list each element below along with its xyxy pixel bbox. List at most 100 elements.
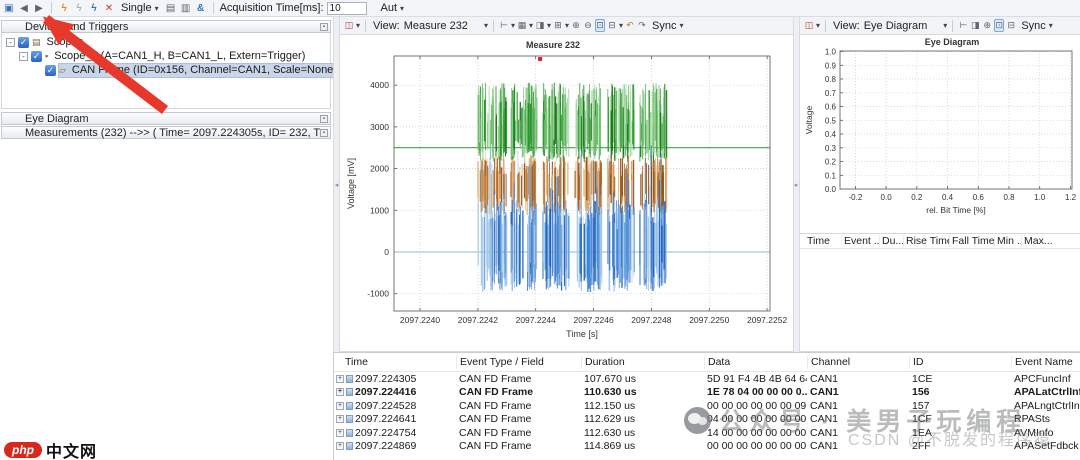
nav-back-icon[interactable]: ◀ [18,1,30,16]
eye-column-header-min-[interactable]: Min ... [994,235,1021,247]
zoom-box-icon[interactable]: ⊡ [994,19,1004,32]
zoom-box-icon[interactable]: ⊡ [595,19,605,32]
svg-text:0.7: 0.7 [825,89,837,98]
column-header-channel[interactable]: Channel [807,356,909,369]
zoom-in-icon[interactable]: ⊕ [571,20,581,31]
row-expander-icon[interactable]: + [336,402,344,410]
sync-dropdown[interactable]: Sync ▾ [1018,18,1055,33]
table-row[interactable]: +2097.224641CAN FD Frame112.629 us04 00 … [334,413,1080,427]
row-expander-icon[interactable]: + [336,388,344,396]
collapse-right-icon[interactable]: ▸ [795,181,799,189]
cell-channel: CAN1 [807,373,909,385]
sync-dropdown[interactable]: Sync ▾ [649,18,686,33]
row-expander-icon[interactable]: + [336,429,344,437]
link-channels-icon[interactable]: & [195,1,207,16]
eye-view-panel: ◫▾ View: Eye Diagram ▾ ⊢ ◨ ⊕ ⊡ ⊟ Sync ▾ … [800,17,1080,352]
tree-checkbox[interactable]: ✓ [45,65,56,76]
collapse-left-icon[interactable]: ◂ [335,181,339,189]
frame-row-icon [346,375,353,383]
layout-icon[interactable]: ◫ [804,20,814,31]
column-header-duration[interactable]: Duration [581,356,704,369]
tree-item-scopes[interactable]: -✓▤Scopes [2,35,330,49]
view-selector[interactable]: Eye Diagram [864,20,928,32]
stop-acquisition-icon[interactable]: ✕ [103,1,115,16]
tree-item-scope1[interactable]: -✓▪Scope_1 (A=CAN1_H, B=CAN1_L, Extern=T… [2,49,330,63]
svg-text:2097.2244: 2097.2244 [516,315,556,325]
trigger-auto-icon[interactable]: ϟ [88,1,100,16]
row-expander-icon[interactable]: + [336,415,344,423]
legend-icon[interactable]: ▦ [517,20,527,31]
table-row[interactable]: +2097.224754CAN FD Frame112.630 us14 00 … [334,426,1080,440]
cell-id: 1EA [909,427,1011,439]
header-menu-button[interactable]: ▪ [320,129,328,137]
tree-expander-icon[interactable]: - [6,38,15,47]
chevron-down-icon[interactable]: ▾ [943,21,947,30]
main-toolbar: ▣ ◀ ▶ ϟ ϟ ϟ ✕ Single ▾ ▤ ▥ & Acquisition… [0,0,1080,17]
zoom-in-icon[interactable]: ⊕ [982,20,992,31]
column-header-data[interactable]: Data [704,356,807,369]
chevron-down-icon[interactable]: ▾ [484,21,488,30]
table-row[interactable]: +2097.224869CAN FD Frame114.869 us00 00 … [334,440,1080,454]
table-row[interactable]: +2097.224305CAN FD Frame107.670 us5D 91 … [334,372,1080,386]
start-single-trigger-icon[interactable]: ϟ [58,1,70,16]
cursor-icon[interactable]: ⊢ [499,20,509,31]
tree-expander-icon[interactable]: - [19,52,28,61]
frame-table-header-row[interactable]: TimeEvent Type / FieldDurationDataChanne… [334,353,1080,372]
eye-column-header-du-[interactable]: Du... [879,235,903,247]
export-icon[interactable]: ▥ [180,1,192,16]
acquisition-time-input[interactable] [327,2,367,15]
tree-checkbox[interactable]: ✓ [18,37,29,48]
right-splitter[interactable]: ▸ [793,17,800,352]
eye-column-header-time[interactable]: Time [800,235,841,247]
grid-icon[interactable]: ⊞ [553,20,563,31]
app-icon[interactable]: ▣ [3,1,15,16]
cell-channel: CAN1 [807,440,909,452]
table-row[interactable]: +2097.224528CAN FD Frame112.150 us00 00 … [334,399,1080,413]
column-header-id[interactable]: ID [909,356,1011,369]
eye-chart[interactable]: 0.00.10.20.30.40.50.60.70.80.91.0-0.20.0… [800,35,1080,232]
layout-icon[interactable]: ◫ [344,20,354,31]
view-selector[interactable]: Measure 232 [404,20,468,32]
image-export-icon[interactable]: ◨ [535,20,545,31]
table-row[interactable]: +2097.224416CAN FD Frame110.630 us1E 78 … [334,386,1080,400]
eye-column-header-event-[interactable]: Event ... [841,235,879,247]
tree-item-can-frame[interactable]: ✓▱CAN Frame (ID=0x156, Channel=CAN1, Sca… [2,63,330,77]
toolbar-separator [825,20,826,32]
header-menu-button[interactable]: ▪ [320,23,328,31]
cell-event-type: CAN FD Frame [456,400,581,412]
cell-time: 2097.224869 [355,440,416,452]
tree-checkbox[interactable]: ✓ [31,51,42,62]
left-splitter[interactable]: ◂ [333,17,340,352]
undo-icon[interactable]: ↶ [625,20,635,31]
cell-duration: 107.670 us [581,373,704,385]
sync-label: Sync [652,20,676,32]
measure-chart[interactable]: 40003000200010000-10002097.22402097.2242… [340,35,793,351]
eye-measurements-header: TimeEvent ...Du...Rise TimeFall TimeMin … [800,233,1080,249]
eye-column-header-fall-time[interactable]: Fall Time [949,235,994,247]
row-expander-icon[interactable]: + [336,442,344,450]
row-expander-icon[interactable]: + [336,375,344,383]
header-menu-button[interactable]: ▪ [320,115,328,123]
nav-forward-icon[interactable]: ▶ [33,1,45,16]
eye-diagram-section-header[interactable]: Eye Diagram ▪ [1,112,331,125]
column-header-event-name[interactable]: Event Name [1011,356,1080,369]
auto-mode-dropdown[interactable]: Aut ▾ [378,1,408,16]
svg-text:0.1: 0.1 [825,171,837,180]
trigger-mode-dropdown[interactable]: Single ▾ [118,1,162,16]
eye-column-header-rise-time[interactable]: Rise Time [903,235,949,247]
svg-text:3000: 3000 [370,122,389,132]
cell-channel: CAN1 [807,427,909,439]
zoom-out-icon[interactable]: ⊖ [583,20,593,31]
redo-icon[interactable]: ↷ [637,20,647,31]
cursor-icon[interactable]: ⊢ [958,20,968,31]
image-export-icon[interactable]: ◨ [970,20,980,31]
measurements-section-header[interactable]: Measurements (232) -->> ( Time= 2097.224… [1,126,331,139]
trigger-normal-icon[interactable]: ϟ [73,1,85,16]
eye-column-header-max-[interactable]: Max... [1021,235,1080,247]
copy-icon[interactable]: ▤ [165,1,177,16]
devices-triggers-header[interactable]: Devices and Triggers ▪ [1,20,331,33]
column-header-time[interactable]: Time [334,356,456,369]
column-header-event-type-field[interactable]: Event Type / Field [456,356,581,369]
pan-icon[interactable]: ⊟ [1006,20,1016,31]
pan-icon[interactable]: ⊟ [607,20,617,31]
